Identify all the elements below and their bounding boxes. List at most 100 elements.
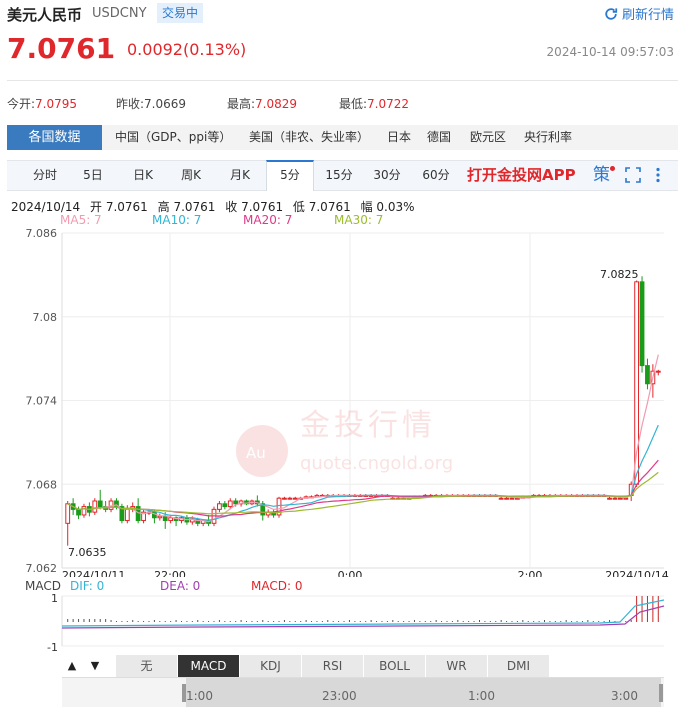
last-price: 7.0761	[7, 32, 116, 65]
macro-tab-germany[interactable]: 德国	[427, 125, 451, 150]
candle-body	[233, 500, 239, 505]
tab-5min[interactable]: 5分	[266, 160, 314, 191]
scroller-label: 3:00	[611, 689, 638, 703]
min-price-label: 7.0635	[68, 546, 107, 559]
macd-tick-label: 1	[51, 592, 58, 605]
macd-lines	[61, 599, 665, 629]
x-tick-label: 2:00	[518, 569, 543, 577]
indicator-tab-rsi[interactable]: RSI	[302, 655, 364, 677]
watermark: Au 金投行情 quote.cngold.org	[236, 408, 453, 477]
macro-tab-us[interactable]: 美国（非农、失业率）	[249, 125, 369, 150]
ohlc-date: 2024/10/14	[11, 200, 81, 214]
indicator-tab-macd[interactable]: MACD	[178, 655, 240, 677]
scroller-label: 1:00	[186, 689, 213, 703]
ohlc-low: 低 7.0761	[292, 200, 351, 214]
y-tick-label: 7.08	[33, 311, 58, 324]
indicator-tabs: ▲ ▼ 无 MACD KDJ RSI BOLL WR DMI	[62, 655, 664, 677]
candle-body	[168, 517, 174, 522]
more-menu-icon[interactable]	[655, 161, 661, 190]
macro-tab-central-bank[interactable]: 央行利率	[524, 125, 572, 150]
price-row: 7.0761 0.0092(0.13%) 2024-10-14 09:57:03	[0, 30, 678, 70]
macro-data-bar: 各国数据 中国（GDP、ppi等） 美国（非农、失业率） 日本 德国 欧元区 央…	[7, 125, 678, 150]
candle-body	[65, 503, 71, 524]
y-axis: 7.086 7.08 7.074 7.068 7.062	[26, 227, 58, 575]
macro-tab-eurozone[interactable]: 欧元区	[470, 125, 506, 150]
y-tick-label: 7.074	[26, 395, 58, 408]
refresh-button[interactable]: 刷新行情	[604, 4, 674, 23]
open-app-link[interactable]: 打开金投网APP	[467, 161, 576, 190]
tab-60min[interactable]: 60分	[412, 161, 460, 190]
instrument-symbol: USDCNY	[92, 6, 147, 21]
divider	[7, 80, 678, 81]
ohlc-open: 开 7.0761	[90, 200, 148, 214]
candle-body	[157, 515, 163, 519]
candle-body	[645, 365, 650, 385]
ohlc-high: 高 7.0761	[157, 200, 216, 214]
price-change: 0.0092(0.13%)	[127, 40, 247, 59]
instrument-name: 美元人民币	[7, 6, 83, 24]
candle-body	[504, 497, 509, 500]
x-tick-label: 2024/10/11	[62, 569, 125, 577]
scroller-label: 1:00	[468, 689, 495, 703]
candle-body	[222, 503, 228, 508]
scroller-label: 23:00	[322, 689, 357, 703]
candle-body	[498, 497, 504, 500]
notification-dot	[610, 166, 615, 171]
x-tick-label: 0:00	[338, 569, 363, 577]
y-tick-label: 7.068	[26, 478, 58, 491]
max-price-label: 7.0825	[600, 268, 639, 281]
candle-body	[515, 497, 520, 500]
range-window[interactable]	[186, 678, 661, 707]
indicator-tab-none[interactable]: 无	[116, 655, 178, 677]
tab-30min[interactable]: 30分	[363, 161, 411, 190]
candle-body	[97, 500, 103, 508]
candle-body	[162, 515, 168, 522]
indicator-tab-wr[interactable]: WR	[426, 655, 488, 677]
candle-body	[81, 506, 87, 516]
indicator-tab-boll[interactable]: BOLL	[364, 655, 426, 677]
macro-tab-active[interactable]: 各国数据	[7, 125, 102, 150]
macd-tick-label: -1	[47, 641, 58, 654]
candlestick-chart[interactable]: Au 金投行情 quote.cngold.org 7.0867.087.0747…	[0, 225, 678, 577]
indicator-tab-kdj[interactable]: KDJ	[240, 655, 302, 677]
y-tick-label: 7.062	[26, 562, 58, 575]
strategy-icon[interactable]: 策	[593, 161, 610, 190]
ohlc-close: 收 7.0761	[225, 200, 284, 214]
candle-body	[92, 500, 98, 513]
candle-body	[612, 497, 618, 500]
x-axis: 2024/10/11 22:00 0:00 2:00 2024/10/14	[62, 569, 669, 577]
watermark-name: 金投行情	[300, 408, 436, 443]
candle-body	[282, 497, 287, 500]
candle-body	[287, 497, 293, 500]
tab-monthly[interactable]: 月K	[216, 161, 264, 190]
stat-high: 最高:7.0829	[227, 97, 298, 111]
tab-daily[interactable]: 日K	[119, 161, 167, 190]
x-tick-label: 22:00	[154, 569, 186, 577]
macd-chart[interactable]: 1 -1	[0, 578, 678, 654]
macro-tab-japan[interactable]: 日本	[387, 125, 411, 150]
candle-body	[292, 497, 298, 500]
quote-timestamp: 2024-10-14 09:57:03	[546, 45, 674, 59]
tab-weekly[interactable]: 周K	[167, 161, 215, 190]
candle-body	[509, 497, 515, 500]
tab-intraday[interactable]: 分时	[21, 161, 69, 190]
tab-5day[interactable]: 5日	[69, 161, 117, 190]
stat-open: 今开:7.0795	[7, 97, 78, 111]
tab-15min[interactable]: 15分	[315, 161, 363, 190]
candle-body	[124, 508, 130, 522]
indicator-tab-dmi[interactable]: DMI	[488, 655, 550, 677]
candle-body	[623, 497, 629, 500]
indicator-prev-arrow[interactable]: ▲	[62, 657, 82, 675]
candle-body	[655, 370, 661, 373]
candle-body	[617, 497, 623, 500]
stat-low: 最低:7.0722	[339, 97, 410, 111]
range-scroller[interactable]: 1:00 23:00 1:00 3:00	[62, 677, 664, 707]
fullscreen-icon[interactable]	[625, 161, 641, 190]
indicator-next-arrow[interactable]: ▼	[85, 657, 105, 675]
candle-body	[639, 281, 645, 367]
macro-tab-china[interactable]: 中国（GDP、ppi等）	[115, 125, 231, 150]
range-handle-right[interactable]	[659, 684, 663, 702]
period-tabs: 分时 5日 日K 周K 月K 5分 15分 30分 60分 打开金投网APP 策	[7, 160, 678, 191]
trading-status-badge: 交易中	[157, 3, 204, 23]
stat-prev-close: 昨收:7.0669	[116, 97, 187, 111]
